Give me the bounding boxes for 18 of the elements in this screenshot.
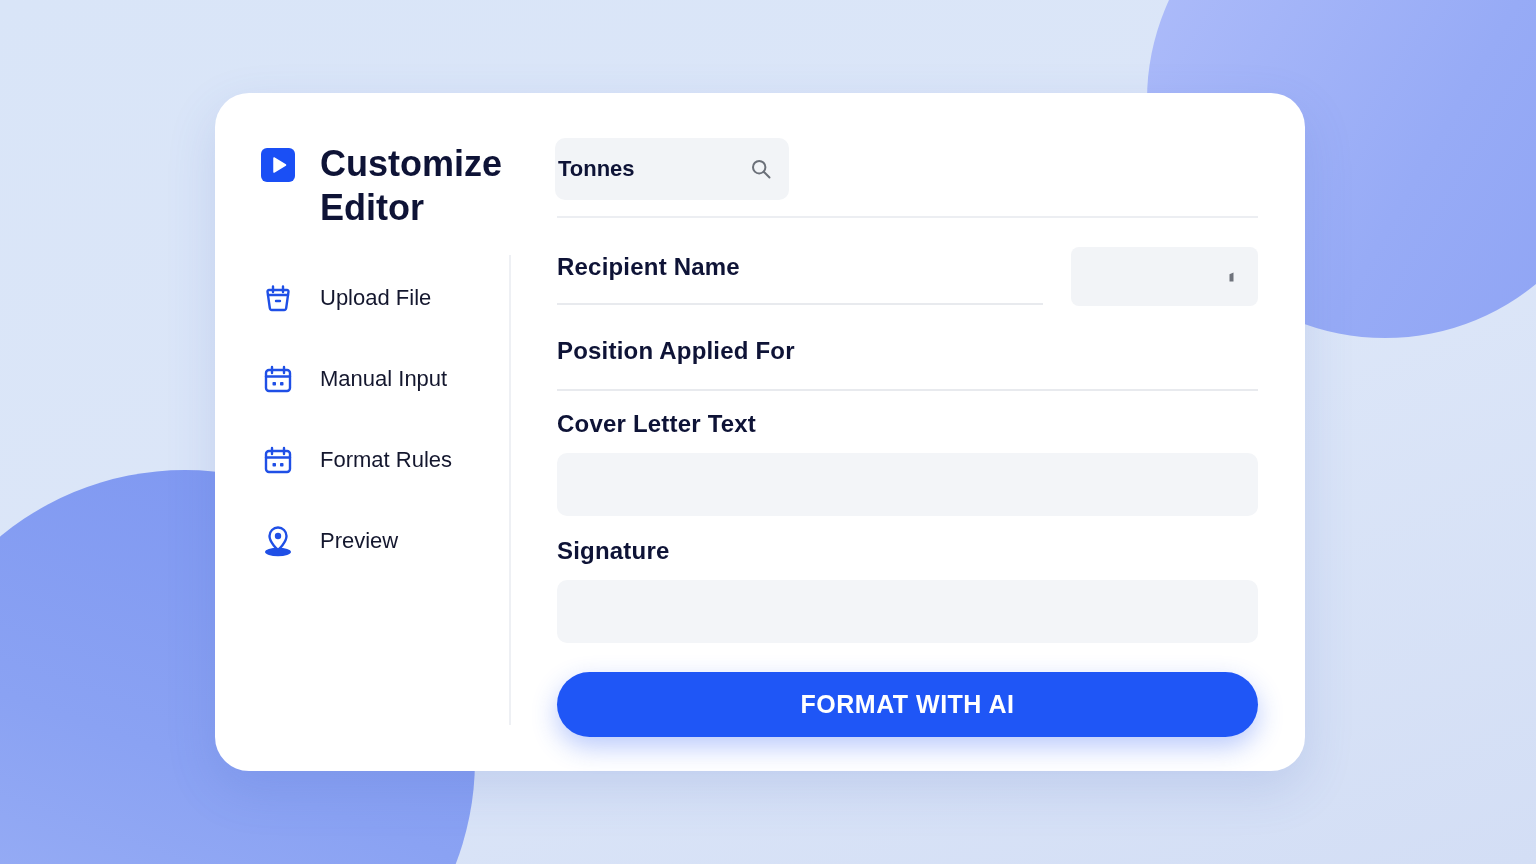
field-label: Position Applied For — [557, 337, 796, 365]
calendar-icon — [262, 444, 294, 476]
field-label: Cover Letter Text — [557, 410, 757, 438]
cursor-icon — [1229, 271, 1234, 282]
nav-item[interactable]: Format Rules — [261, 432, 479, 488]
nav-item[interactable]: Preview — [261, 513, 479, 569]
input-field[interactable] — [1071, 247, 1258, 306]
nav-item[interactable]: Manual Input — [261, 351, 479, 407]
calendar-icon — [262, 363, 294, 395]
app-title: Customize Editor — [320, 142, 504, 230]
field-label: Recipient Name — [557, 253, 741, 281]
search-icon — [751, 159, 771, 179]
location-pin-icon — [262, 525, 294, 557]
format-button[interactable]: FORMAT WITH AI — [557, 672, 1258, 737]
play-logo-icon — [261, 148, 295, 182]
field-label: Signature — [557, 537, 671, 565]
search-field[interactable]: Tonnes — [555, 138, 789, 200]
nav-item[interactable]: Upload File — [261, 270, 479, 326]
